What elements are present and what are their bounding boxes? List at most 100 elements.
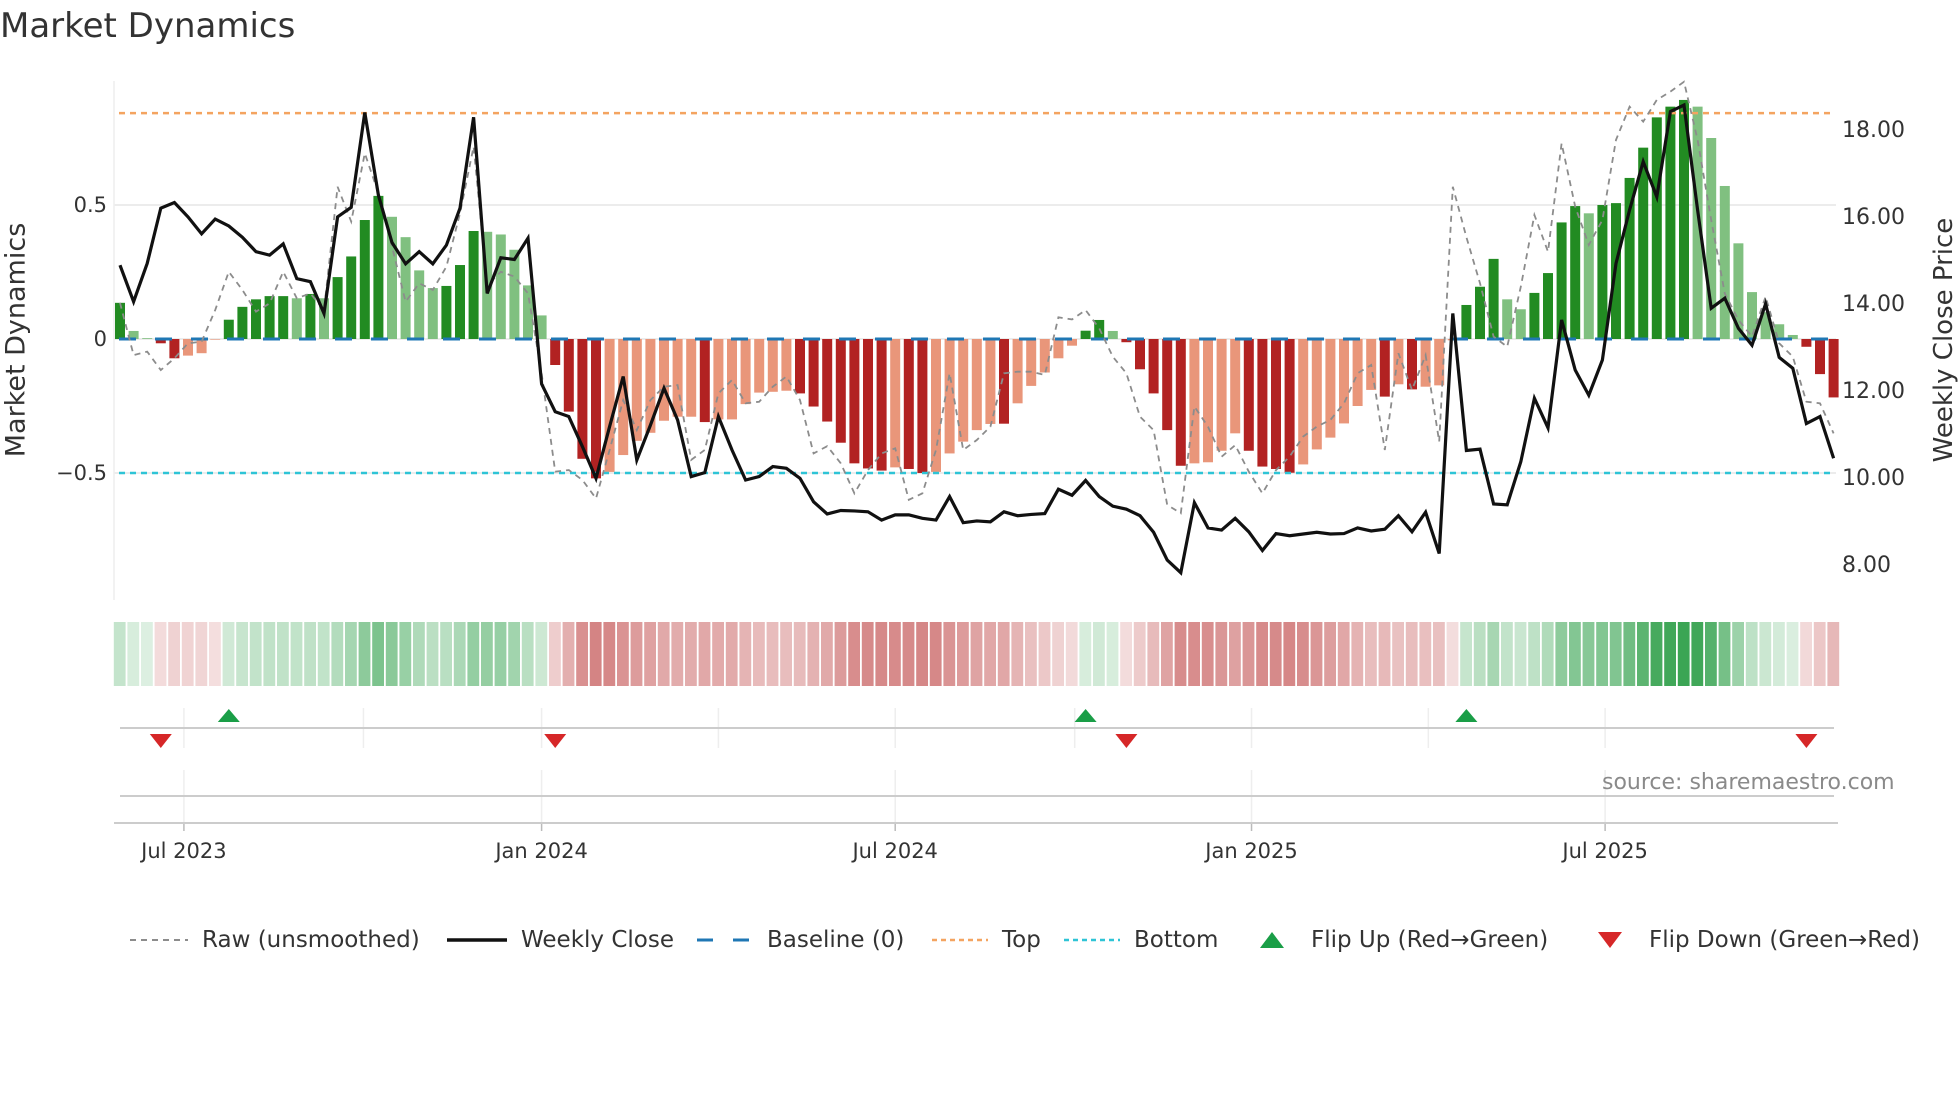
flip-down-marker [1115,734,1138,748]
momentum-bar [917,339,928,473]
heatmap-cell [154,622,167,686]
heatmap-cell [181,622,194,686]
heatmap-cell [1392,622,1404,686]
y2-tick-label: 10.00 [1842,466,1905,491]
legend-label: Weekly Close [521,927,674,953]
momentum-bar [1651,117,1662,339]
heatmap-cell [1297,622,1309,686]
heatmap-cell [304,622,316,686]
heatmap-cell [657,622,670,686]
x-tick-label: Jan 2025 [1203,839,1298,863]
heatmap-cell [1174,622,1187,686]
heatmap-cell [1569,622,1581,686]
heatmap-cell [589,622,602,686]
momentum-bar [999,339,1009,424]
y2-tick-label: 8.00 [1842,553,1891,578]
legend-item-bottom: Bottom [1064,924,1218,956]
heatmap-cell [1759,622,1772,686]
momentum-bar [1257,339,1268,467]
y2-tick-label: 14.00 [1842,292,1905,317]
momentum-bar [468,230,479,339]
flip-up-marker [1074,709,1097,722]
momentum-bar [1148,339,1159,394]
heatmap-cell [712,622,724,686]
momentum-bar [849,339,860,464]
y-axis-label-left: Market Dynamics [0,222,32,458]
heatmap-cell [236,622,248,686]
momentum-bar [305,293,316,339]
heatmap-cell [1773,622,1785,686]
heatmap-cell [290,622,303,686]
triangle-up-icon [1260,932,1284,948]
momentum-bar [1175,339,1186,466]
momentum-bar [672,339,683,417]
heatmap-cell [521,622,534,686]
momentum-bar [142,338,153,339]
heatmap-cell [766,622,779,686]
momentum-bar [1339,339,1349,424]
y2-tick-label: 16.00 [1842,205,1905,230]
heatmap-cell [630,622,643,686]
y-axis-label-right: Weekly Close Price [1929,217,1959,463]
heatmap-cell [413,622,425,686]
heatmap-cell [1256,622,1268,686]
legend-label: Top [1002,927,1041,953]
heatmap-cell [331,622,344,686]
legend-item-raw: Raw (unsmoothed) [130,924,420,956]
legend-item-top: Top [932,924,1041,956]
heatmap-cell [263,622,276,686]
legend-item-close: Weekly Close [447,924,674,956]
momentum-bar [414,270,425,339]
momentum-bar [1243,339,1254,451]
heatmap-cell [902,622,915,686]
heatmap-cell [535,622,548,686]
heatmap-cell [195,622,208,686]
heatmap-cell [943,622,956,686]
heatmap-cell [1677,622,1690,686]
momentum-bar [754,339,765,393]
heatmap-cell [1215,622,1228,686]
x-tick-label: Jul 2025 [1560,839,1647,863]
momentum-bar [509,249,520,339]
momentum-bar [727,339,737,420]
heatmap-cell [317,622,330,686]
heatmap-cell [576,622,588,686]
heatmap-cell [440,622,452,686]
heatmap-cell [1093,622,1105,686]
heatmap-cell [1229,622,1241,686]
source-credit: source: sharemaestro.com [1602,770,1895,795]
heatmap-cell [997,622,1010,686]
heatmap-cell [1405,622,1418,686]
heatmap-cell [1242,622,1255,686]
momentum-bar [441,285,452,339]
heatmap-cell [1609,622,1622,686]
momentum-bar [1216,339,1227,451]
heatmap-cell [861,622,874,686]
chart-title: Market Dynamics [0,6,296,46]
momentum-bar [1529,292,1540,339]
momentum-bar [237,306,248,339]
heatmap-cell [603,622,616,686]
heatmap-cell [1025,622,1037,686]
legend-label: Raw (unsmoothed) [202,927,420,953]
heatmap-cell [372,622,384,686]
dotted-line-icon [932,938,988,942]
heatmap-cell [984,622,996,686]
momentum-bar [795,339,805,394]
heatmap-cell [1133,622,1146,686]
momentum-bar [1053,339,1064,359]
momentum-bar [808,339,819,407]
momentum-bar [1230,339,1241,434]
heatmap-cell [916,622,928,686]
momentum-bar [1461,304,1472,339]
x-tick-label: Jul 2023 [139,839,226,863]
y-tick-label: 0.5 [74,193,107,217]
heatmap-cell [1038,622,1051,686]
heatmap-cell [1324,622,1336,686]
heatmap-cell [1827,622,1840,686]
heatmap-cell [1365,622,1377,686]
momentum-bar [699,339,710,423]
heatmap-cell [1310,622,1323,686]
y-tick-label: 0 [94,327,107,351]
heatmap-cell [1419,622,1432,686]
